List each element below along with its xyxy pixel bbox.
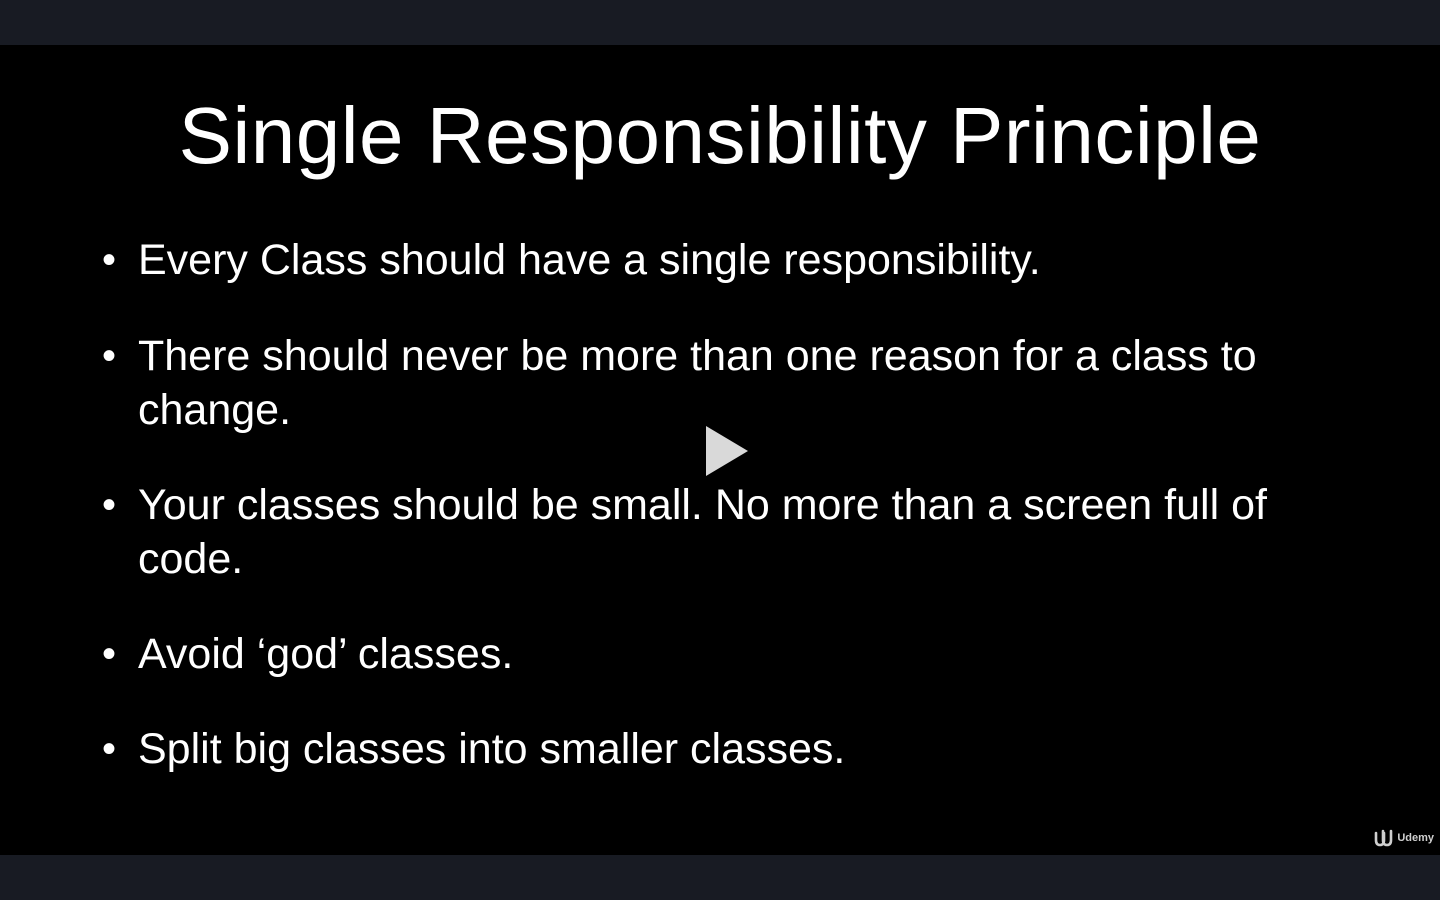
bullet-marker: • — [102, 238, 117, 282]
bullet-marker: • — [102, 334, 117, 378]
watermark-brand: Udemy — [1397, 832, 1434, 844]
bullet-text: There should never be more than one reas… — [138, 332, 1257, 434]
slide-title: Single Responsibility Principle — [178, 91, 1262, 180]
bullet-text: Your classes should be small. No more th… — [138, 481, 1267, 583]
video-player[interactable]: Single Responsibility Principle • Every … — [0, 45, 1440, 855]
top-bar — [0, 0, 1440, 45]
play-icon — [706, 426, 748, 476]
bottom-bar — [0, 855, 1440, 900]
bullet-item: • There should never be more than one re… — [102, 329, 1362, 437]
bullet-marker: • — [102, 632, 117, 676]
bullet-text: Split big classes into smaller classes. — [138, 725, 846, 773]
bullet-item: • Every Class should have a single respo… — [102, 233, 1362, 287]
bullet-item: • Your classes should be small. No more … — [102, 478, 1362, 586]
bullet-item: • Split big classes into smaller classes… — [102, 722, 1362, 776]
bullet-item: • Avoid ‘god’ classes. — [102, 627, 1362, 681]
bullet-marker: • — [102, 727, 117, 771]
udemy-watermark: Udemy — [1374, 829, 1434, 847]
play-button[interactable] — [704, 425, 750, 477]
bullet-text: Avoid ‘god’ classes. — [138, 630, 514, 678]
bullet-text: Every Class should have a single respons… — [138, 236, 1041, 284]
bullet-marker: • — [102, 483, 117, 527]
udemy-logo-icon — [1375, 829, 1393, 847]
